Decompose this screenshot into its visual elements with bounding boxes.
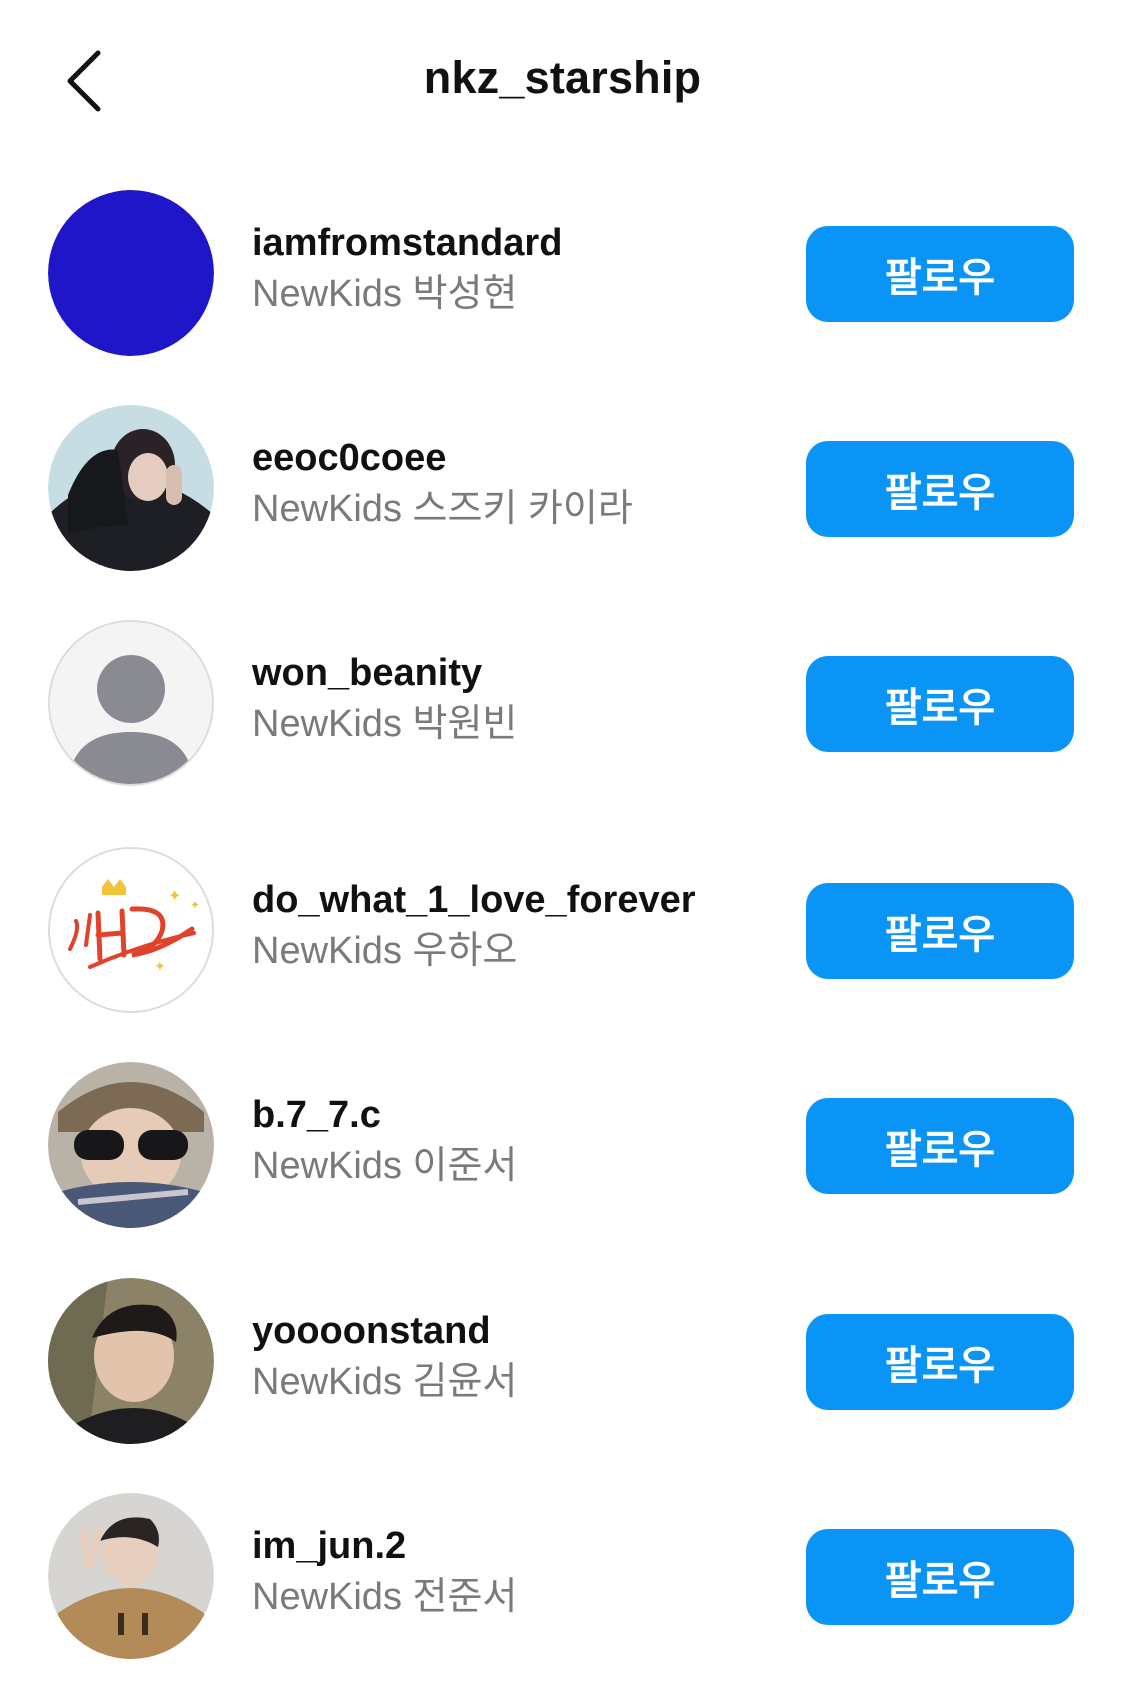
full-name: NewKids 김윤서 bbox=[252, 1361, 518, 1403]
default-person-avatar bbox=[50, 622, 212, 784]
list-item[interactable]: yoooonstand NewKids 김윤서 팔로우 bbox=[0, 1278, 1125, 1448]
follow-button[interactable]: 팔로우 bbox=[806, 1529, 1074, 1625]
list-item[interactable]: b.7_7.c NewKids 이준서 팔로우 bbox=[0, 1062, 1125, 1232]
photo-avatar bbox=[48, 1493, 214, 1659]
photo-avatar bbox=[48, 1062, 214, 1228]
username[interactable]: im_jun.2 bbox=[252, 1523, 517, 1569]
page-title: nkz_starship bbox=[423, 52, 702, 103]
list-item[interactable]: ✦ ✦ ✦ do_what_1_love_forever NewKids 우하오… bbox=[0, 847, 1125, 1017]
full-name: NewKids 이준서 bbox=[252, 1145, 518, 1187]
top-bar: nkz_starship bbox=[0, 0, 1125, 160]
svg-text:✦: ✦ bbox=[190, 898, 200, 912]
username[interactable]: b.7_7.c bbox=[252, 1092, 517, 1138]
list-item[interactable]: eeoc0coee NewKids 스즈키 카이라 팔로우 bbox=[0, 405, 1125, 575]
avatar[interactable] bbox=[48, 405, 214, 571]
avatar[interactable] bbox=[48, 190, 214, 356]
svg-text:✦: ✦ bbox=[154, 959, 166, 975]
full-name: NewKids 박원빈 bbox=[252, 703, 518, 745]
username[interactable]: won_beanity bbox=[252, 650, 517, 696]
full-name: NewKids 전준서 bbox=[252, 1576, 518, 1618]
solid-blue-avatar bbox=[48, 190, 214, 356]
username[interactable]: eeoc0coee bbox=[252, 435, 633, 481]
avatar[interactable] bbox=[48, 1278, 214, 1444]
follow-button[interactable]: 팔로우 bbox=[806, 656, 1074, 752]
username[interactable]: do_what_1_love_forever bbox=[252, 877, 696, 923]
list-item[interactable]: im_jun.2 NewKids 전준서 팔로우 bbox=[0, 1493, 1125, 1663]
avatar[interactable]: ✦ ✦ ✦ bbox=[48, 847, 214, 1013]
avatar[interactable] bbox=[48, 620, 214, 786]
photo-avatar bbox=[48, 405, 214, 571]
follow-button[interactable]: 팔로우 bbox=[806, 441, 1074, 537]
follow-button[interactable]: 팔로우 bbox=[806, 226, 1074, 322]
full-name: NewKids 스즈키 카이라 bbox=[252, 488, 633, 530]
username[interactable]: iamfromstandard bbox=[252, 220, 562, 266]
follow-button[interactable]: 팔로우 bbox=[806, 1314, 1074, 1410]
follow-button[interactable]: 팔로우 bbox=[806, 1098, 1074, 1194]
photo-avatar bbox=[48, 1278, 214, 1444]
follow-button[interactable]: 팔로우 bbox=[806, 883, 1074, 979]
doodle-avatar: ✦ ✦ ✦ bbox=[50, 849, 212, 1011]
list-item[interactable]: won_beanity NewKids 박원빈 팔로우 bbox=[0, 620, 1125, 790]
full-name: NewKids 우하오 bbox=[252, 930, 518, 972]
list-item[interactable]: iamfromstandard NewKids 박성현 팔로우 bbox=[0, 190, 1125, 360]
avatar[interactable] bbox=[48, 1062, 214, 1228]
full-name: NewKids 박성현 bbox=[252, 273, 518, 315]
avatar[interactable] bbox=[48, 1493, 214, 1659]
username[interactable]: yoooonstand bbox=[252, 1308, 517, 1354]
svg-text:✦: ✦ bbox=[168, 886, 181, 905]
